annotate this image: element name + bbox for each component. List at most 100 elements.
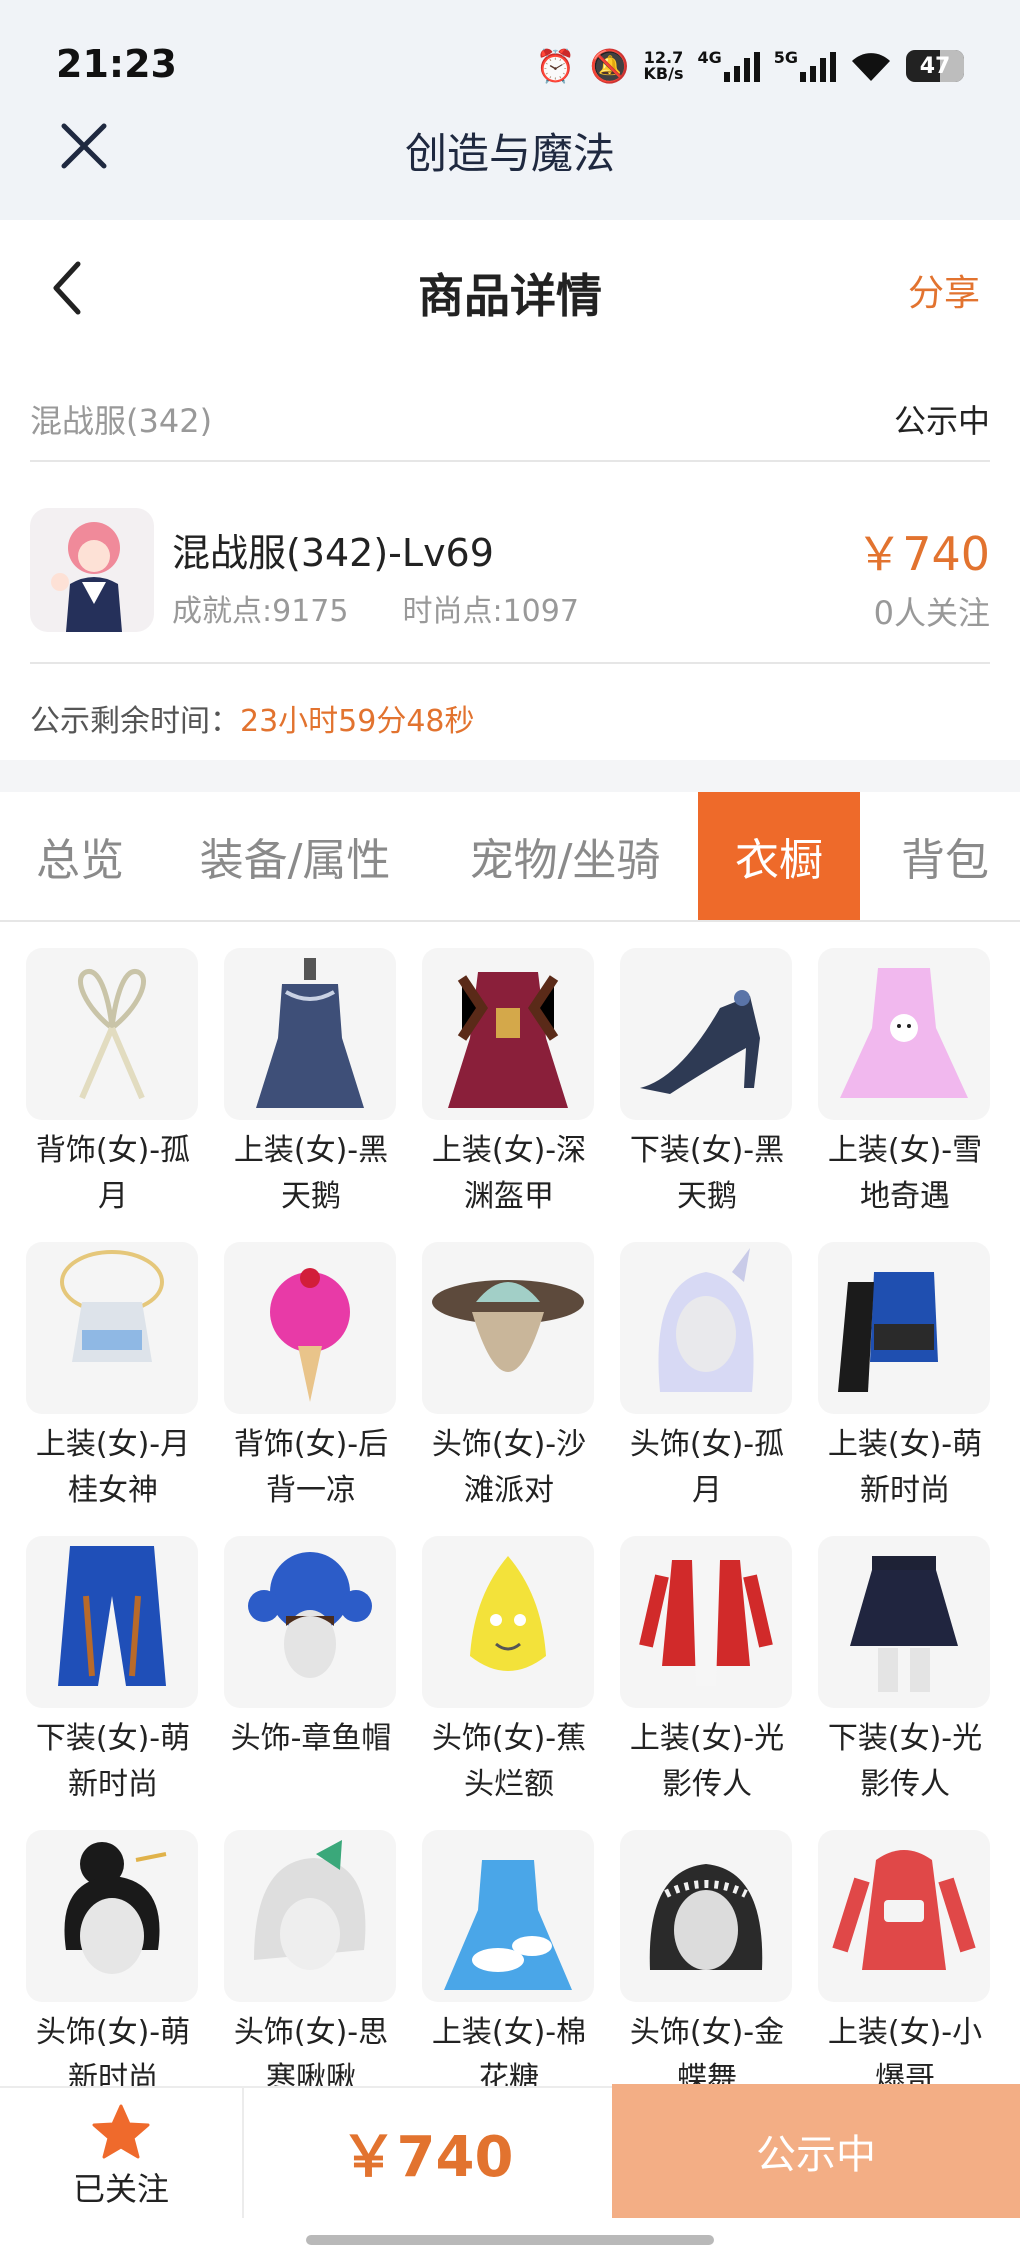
bottom-price: ￥740 xyxy=(340,2125,514,2190)
goddess-top-icon xyxy=(26,1242,198,1414)
armor-dress-icon xyxy=(422,948,594,1120)
item-label: 下装(女)-萌新时尚 xyxy=(35,1721,191,1802)
item-label: 头饰(女)-萌新时尚 xyxy=(35,2015,191,2088)
character-card[interactable]: 混战服(342)-Lv69 成就点:9175 时尚点:1097 ￥740 0人关注 xyxy=(30,486,990,664)
item-label: 头饰(女)-金蝶舞 xyxy=(629,2015,785,2088)
public-status-button[interactable]: 公示中 xyxy=(612,2084,1020,2218)
battery-icon: 47 xyxy=(906,50,964,82)
wardrobe-item[interactable]: 头饰(女)-思寒啾啾 xyxy=(224,1830,398,2088)
home-indicator[interactable] xyxy=(306,2235,714,2245)
tab-equipment[interactable]: 装备/属性 xyxy=(170,792,420,920)
wardrobe-item[interactable]: 头饰(女)-蕉头烂额 xyxy=(422,1536,596,1808)
character-name: 混战服(342)-Lv69 xyxy=(172,531,494,575)
wardrobe-item[interactable]: 上装(女)-小爆哥 xyxy=(818,1830,992,2088)
wardrobe-item[interactable]: 背饰(女)-后背一凉 xyxy=(224,1242,398,1514)
black-bun-hair-icon xyxy=(26,1830,198,2002)
countdown-label: 公示剩余时间： xyxy=(30,704,240,739)
page-header: 商品详情 分享 xyxy=(0,220,1020,350)
wardrobe-item[interactable]: 下装(女)-萌新时尚 xyxy=(26,1536,200,1808)
wardrobe-grid: 背饰(女)-孤月 上装(女)-黑天鹅 上装(女)-深渊盔甲 下装(女)-黑天鹅 … xyxy=(26,948,1000,2088)
wardrobe-item[interactable]: 上装(女)-深渊盔甲 xyxy=(422,948,596,1220)
item-label: 上装(女)-小爆哥 xyxy=(827,2015,983,2088)
item-label: 下装(女)-光影传人 xyxy=(827,1721,983,1802)
bottom-action-bar: 已关注 ￥740 公示中 xyxy=(0,2084,1020,2218)
ribbon-back-accessory-icon xyxy=(26,948,198,1120)
wifi-icon xyxy=(852,53,890,81)
red-hoodie-icon xyxy=(818,1830,990,2002)
mute-bell-icon: 🔕 xyxy=(589,47,630,85)
page-title: 商品详情 xyxy=(418,269,602,323)
star-icon xyxy=(92,2104,150,2159)
item-label: 头饰(女)-蕉头烂额 xyxy=(431,1721,587,1802)
item-label: 上装(女)-雪地奇遇 xyxy=(827,1133,983,1214)
wardrobe-item[interactable]: 上装(女)-月桂女神 xyxy=(26,1242,200,1514)
follow-button[interactable]: 已关注 xyxy=(0,2088,244,2218)
app-title: 创造与魔法 xyxy=(404,129,615,178)
server-name: 混战服(342) xyxy=(30,402,213,440)
follow-label: 已关注 xyxy=(72,2170,169,2208)
wardrobe-item[interactable]: 背饰(女)-孤月 xyxy=(26,948,200,1220)
wardrobe-item[interactable]: 头饰(女)-萌新时尚 xyxy=(26,1830,200,2088)
item-label: 头饰-章鱼帽 xyxy=(230,1721,392,1756)
banana-hat-icon xyxy=(422,1536,594,1708)
alarm-icon: ⏰ xyxy=(535,47,576,85)
item-label: 背饰(女)-后背一凉 xyxy=(233,1427,389,1508)
item-label: 上装(女)-光影传人 xyxy=(629,1721,785,1802)
blue-pants-icon xyxy=(26,1536,198,1708)
wardrobe-item[interactable]: 上装(女)-黑天鹅 xyxy=(224,948,398,1220)
countdown-value: 23小时59分48秒 xyxy=(240,704,475,739)
item-label: 上装(女)-深渊盔甲 xyxy=(431,1133,587,1214)
wardrobe-item[interactable]: 上装(女)-光影传人 xyxy=(620,1536,794,1808)
high-heel-shoes-icon xyxy=(620,948,792,1120)
wardrobe-item[interactable]: 头饰(女)-金蝶舞 xyxy=(620,1830,794,2088)
wardrobe-item[interactable]: 下装(女)-黑天鹅 xyxy=(620,948,794,1220)
tab-pets[interactable]: 宠物/坐骑 xyxy=(440,792,690,920)
octopus-hat-icon xyxy=(224,1536,396,1708)
wardrobe-item[interactable]: 头饰(女)-沙滩派对 xyxy=(422,1242,596,1514)
pearl-headband-icon xyxy=(620,1830,792,2002)
wardrobe-item[interactable]: 上装(女)-雪地奇遇 xyxy=(818,948,992,1220)
item-label: 头饰(女)-沙滩派对 xyxy=(431,1427,587,1508)
wardrobe-item[interactable]: 头饰(女)-孤月 xyxy=(620,1242,794,1514)
ice-cream-back-icon xyxy=(224,1242,396,1414)
detail-tabs: 总览 装备/属性 宠物/坐骑 衣橱 背包 xyxy=(0,792,1020,922)
wardrobe-item[interactable]: 上装(女)-萌新时尚 xyxy=(818,1242,992,1514)
white-green-hair-icon xyxy=(224,1830,396,2002)
server-status: 公示中 xyxy=(893,402,990,440)
pink-snow-dress-icon xyxy=(818,948,990,1120)
tab-bag[interactable]: 背包 xyxy=(870,792,1020,920)
signal-icon: 4G xyxy=(697,50,760,82)
red-jacket-icon xyxy=(620,1536,792,1708)
share-button[interactable]: 分享 xyxy=(908,264,980,316)
server-row: 混战服(342) 公示中 xyxy=(30,380,990,462)
item-label: 上装(女)-棉花糖 xyxy=(431,2015,587,2088)
tab-overview[interactable]: 总览 xyxy=(0,792,160,920)
achievement-points: 成就点:9175 xyxy=(172,594,349,629)
moon-hair-icon xyxy=(620,1242,792,1414)
item-label: 背饰(女)-孤月 xyxy=(35,1133,191,1214)
status-time: 21:23 xyxy=(56,42,177,86)
item-label: 下装(女)-黑天鹅 xyxy=(629,1133,785,1214)
item-label: 上装(女)-黑天鹅 xyxy=(233,1133,389,1214)
signal-icon-2: 5G xyxy=(774,50,836,82)
character-stats: 成就点:9175 时尚点:1097 xyxy=(172,586,633,630)
pleated-skirt-icon xyxy=(818,1536,990,1708)
avatar xyxy=(30,508,154,632)
item-label: 上装(女)-萌新时尚 xyxy=(827,1427,983,1508)
app-top-area: 21:23 ⏰ 🔕 12.7 KB/s 4G 5G 47 创造与魔法 xyxy=(0,0,1020,220)
dark-gown-icon xyxy=(224,948,396,1120)
character-price: ￥740 xyxy=(856,527,990,581)
cloud-dress-icon xyxy=(422,1830,594,2002)
follower-count: 0人关注 xyxy=(873,594,990,632)
status-icons: ⏰ 🔕 12.7 KB/s 4G 5G 47 xyxy=(536,46,964,86)
tab-wardrobe[interactable]: 衣橱 xyxy=(698,792,860,920)
countdown-row: 公示剩余时间：23小时59分48秒 xyxy=(30,696,475,740)
wardrobe-item[interactable]: 下装(女)-光影传人 xyxy=(818,1536,992,1808)
wardrobe-item[interactable]: 头饰-章鱼帽 xyxy=(224,1536,398,1762)
beach-hat-icon xyxy=(422,1242,594,1414)
wardrobe-item[interactable]: 上装(女)-棉花糖 xyxy=(422,1830,596,2088)
section-divider xyxy=(0,760,1020,792)
fashion-points: 时尚点:1097 xyxy=(402,594,579,629)
item-label: 上装(女)-月桂女神 xyxy=(35,1427,191,1508)
item-label: 头饰(女)-思寒啾啾 xyxy=(233,2015,389,2088)
